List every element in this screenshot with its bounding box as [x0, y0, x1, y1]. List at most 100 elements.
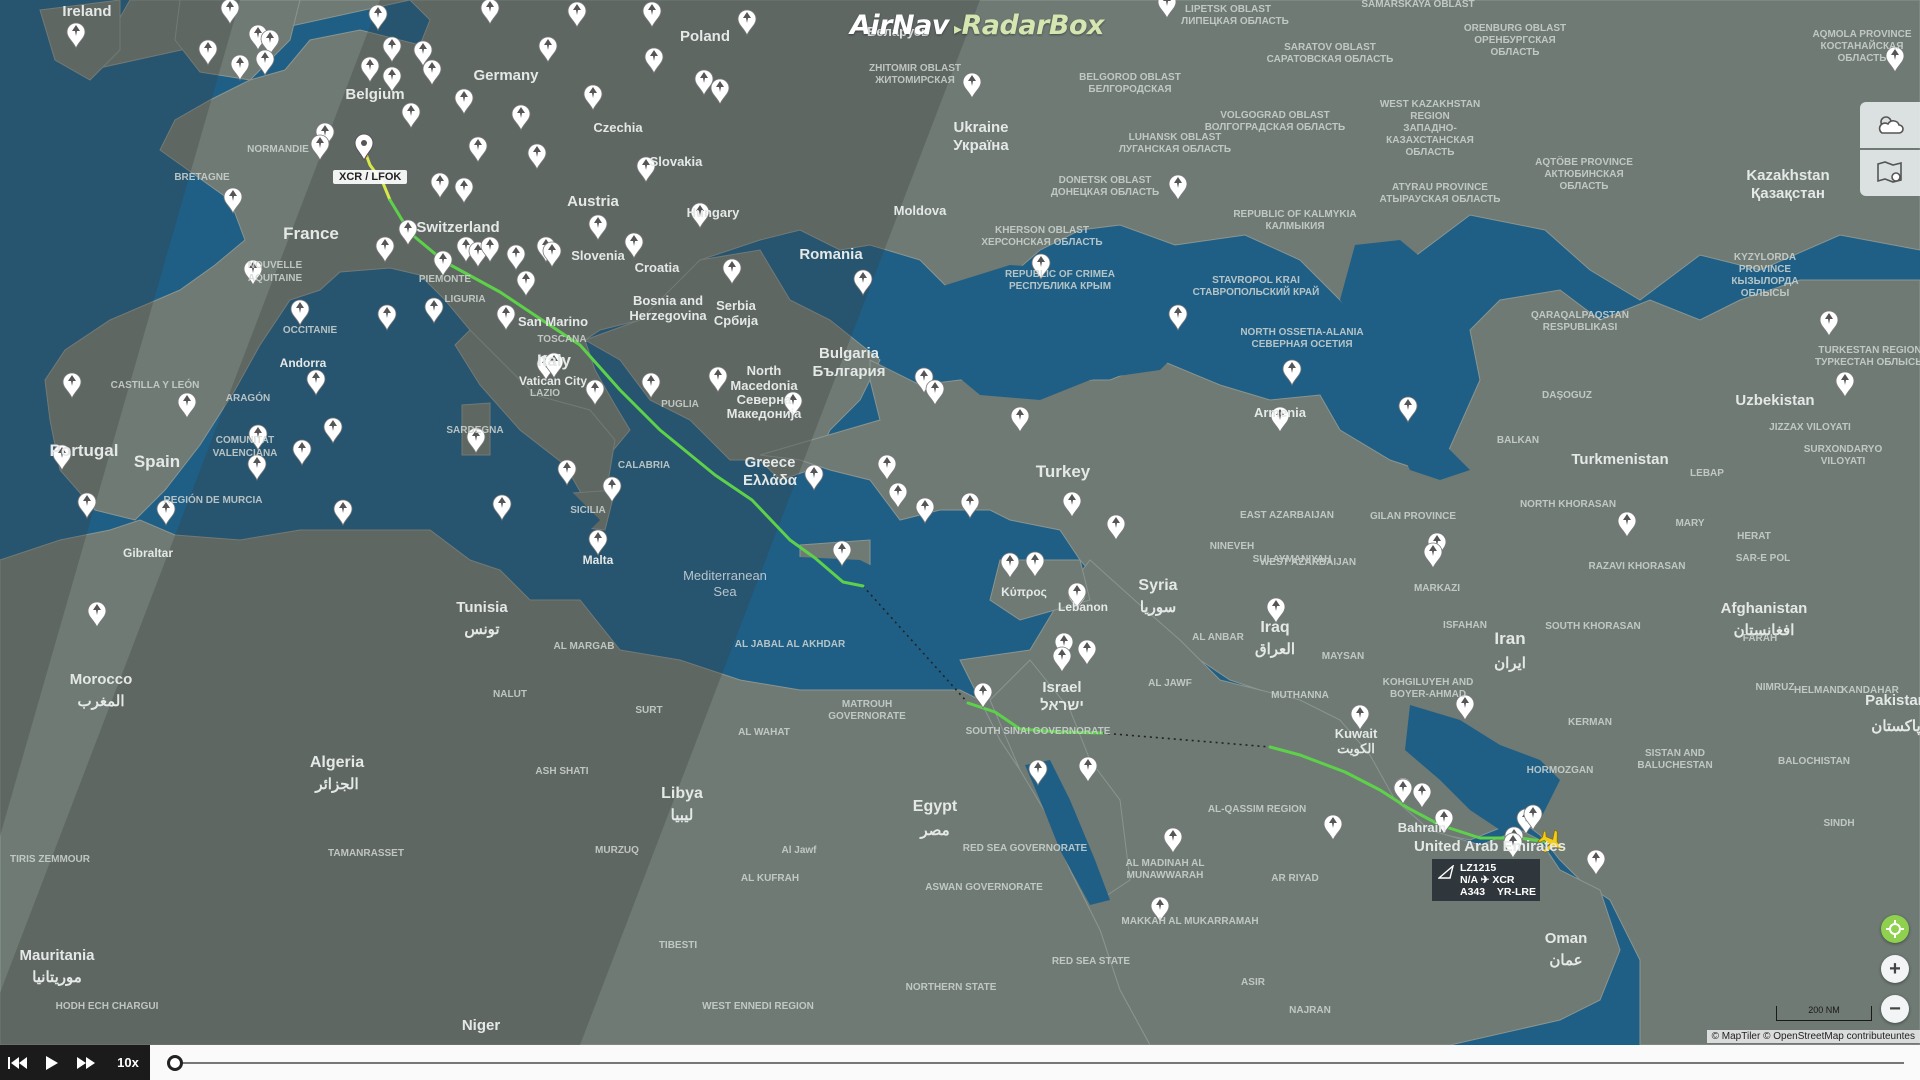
- svg-text:Afghanistan: Afghanistan: [1721, 600, 1808, 617]
- svg-text:LIGURIA: LIGURIA: [444, 294, 485, 305]
- svg-text:ORENBURG OBLAST: ORENBURG OBLAST: [1464, 23, 1566, 34]
- svg-text:AL WAHAT: AL WAHAT: [738, 727, 790, 738]
- weather-icon: [1878, 116, 1904, 134]
- svg-text:BALOCHISTAN: BALOCHISTAN: [1778, 756, 1850, 767]
- svg-text:Morocco: Morocco: [70, 671, 133, 688]
- svg-text:ТУРКЕСТАН ОБЛЫСЫ: ТУРКЕСТАН ОБЛЫСЫ: [1815, 357, 1920, 368]
- svg-text:AL MARGAB: AL MARGAB: [554, 641, 615, 652]
- svg-text:North: North: [747, 363, 782, 378]
- svg-text:الكويت: الكويت: [1337, 741, 1375, 757]
- fast-forward-button[interactable]: [72, 1045, 100, 1080]
- svg-text:ЖИТОМИРСКАЯ: ЖИТОМИРСКАЯ: [874, 75, 955, 86]
- svg-text:ATYRAU PROVINCE: ATYRAU PROVINCE: [1392, 182, 1488, 193]
- svg-text:REGION: REGION: [1410, 111, 1449, 122]
- svg-text:پاکستان: پاکستان: [1871, 718, 1920, 736]
- svg-text:ОБЛАСТЬ: ОБЛАСТЬ: [1560, 181, 1609, 192]
- svg-text:تونس: تونس: [464, 621, 499, 638]
- svg-text:САРАТОВСКАЯ ОБЛАСТЬ: САРАТОВСКАЯ ОБЛАСТЬ: [1267, 54, 1394, 65]
- svg-text:AL ANBAR: AL ANBAR: [1192, 632, 1244, 643]
- svg-text:Bosnia and: Bosnia and: [633, 293, 703, 308]
- radarbox-logo: AirNav ▸RadarBox: [850, 10, 1104, 41]
- svg-text:РЕСПУБЛИКА КРЫМ: РЕСПУБЛИКА КРЫМ: [1009, 281, 1111, 292]
- svg-text:SURT: SURT: [635, 705, 662, 716]
- svg-text:България: България: [813, 363, 886, 380]
- svg-text:KYZYLORDA: KYZYLORDA: [1734, 252, 1796, 263]
- svg-text:SURXONDARYO: SURXONDARYO: [1804, 444, 1883, 455]
- svg-text:Portugal: Portugal: [50, 441, 119, 460]
- svg-text:MURZUQ: MURZUQ: [595, 845, 639, 856]
- svg-text:NIMRUZ: NIMRUZ: [1756, 682, 1795, 693]
- slider-track: [170, 1062, 1904, 1064]
- svg-text:NOUVELLE: NOUVELLE: [248, 260, 303, 271]
- selected-flight-label[interactable]: LZ1215 N/A ✈ XCR A343 YR-LRE: [1432, 859, 1540, 901]
- svg-text:NORTH OSSETIA-ALANIA: NORTH OSSETIA-ALANIA: [1240, 327, 1363, 338]
- svg-text:MAKKAH AL MUKARRAMAH: MAKKAH AL MUKARRAMAH: [1121, 916, 1258, 927]
- svg-text:БЕЛГОРОДСКАЯ: БЕЛГОРОДСКАЯ: [1088, 84, 1171, 95]
- play-icon: [46, 1055, 58, 1070]
- map-settings-button[interactable]: [1860, 150, 1920, 196]
- svg-text:San Marino: San Marino: [518, 314, 588, 329]
- slider-handle[interactable]: [167, 1055, 183, 1071]
- svg-text:ישראל: ישראל: [1040, 697, 1084, 714]
- zoom-out-button[interactable]: −: [1881, 995, 1909, 1023]
- svg-text:MARKAZI: MARKAZI: [1414, 583, 1460, 594]
- svg-text:Kazakhstan: Kazakhstan: [1746, 167, 1829, 184]
- svg-text:Србија: Србија: [714, 313, 759, 328]
- playback-speed[interactable]: 10x: [112, 1045, 144, 1080]
- locate-button[interactable]: [1881, 915, 1909, 943]
- svg-text:BOYER-AHMAD: BOYER-AHMAD: [1390, 689, 1466, 700]
- svg-text:Spain: Spain: [134, 452, 180, 471]
- playback-slider[interactable]: [150, 1045, 1920, 1080]
- svg-text:AQUITAINE: AQUITAINE: [248, 273, 303, 284]
- svg-text:Северна: Северна: [737, 392, 792, 407]
- svg-text:Ελλάδα: Ελλάδα: [743, 472, 798, 489]
- svg-text:KERMAN: KERMAN: [1568, 717, 1612, 728]
- svg-text:LIPETSK OBLAST: LIPETSK OBLAST: [1185, 4, 1271, 15]
- svg-text:Mauritania: Mauritania: [19, 947, 95, 964]
- map-canvas[interactable]: Ireland Belgium Germany Poland Czechia S…: [0, 0, 1920, 1045]
- svg-text:Poland: Poland: [680, 28, 730, 45]
- svg-text:Romania: Romania: [799, 246, 863, 263]
- svg-text:Kuwait: Kuwait: [1335, 726, 1378, 741]
- svg-text:KOHGILUYEH AND: KOHGILUYEH AND: [1383, 677, 1474, 688]
- svg-text:SOUTH KHORASAN: SOUTH KHORASAN: [1545, 621, 1641, 632]
- weather-layer-button[interactable]: [1860, 102, 1920, 148]
- svg-text:АТЫРАУСКАЯ ОБЛАСТЬ: АТЫРАУСКАЯ ОБЛАСТЬ: [1380, 194, 1501, 205]
- zoom-in-button[interactable]: +: [1881, 955, 1909, 983]
- origin-airport-label[interactable]: XCR / LFOK: [333, 170, 408, 184]
- svg-text:ОБЛАСТЬ: ОБЛАСТЬ: [1406, 147, 1455, 158]
- svg-text:United Arab Emirates: United Arab Emirates: [1414, 838, 1566, 855]
- svg-text:Syria: Syria: [1138, 577, 1177, 594]
- svg-text:Uzbekistan: Uzbekistan: [1735, 392, 1814, 409]
- svg-text:ASIR: ASIR: [1241, 977, 1266, 988]
- svg-text:ВОЛГОГРАДСКАЯ ОБЛАСТЬ: ВОЛГОГРАДСКАЯ ОБЛАСТЬ: [1205, 122, 1346, 133]
- svg-text:Slovenia: Slovenia: [571, 248, 625, 263]
- svg-text:EAST AZARBAIJAN: EAST AZARBAIJAN: [1240, 510, 1334, 521]
- svg-text:Україна: Україна: [953, 137, 1009, 154]
- scale-bar: 200 NM: [1776, 1006, 1872, 1021]
- svg-text:SISTAN AND: SISTAN AND: [1645, 748, 1705, 759]
- svg-text:HODH ECH CHARGUI: HODH ECH CHARGUI: [56, 1001, 159, 1012]
- svg-text:КЫЗЫЛОРДА: КЫЗЫЛОРДА: [1731, 276, 1798, 287]
- svg-text:العراق: العراق: [1255, 641, 1295, 658]
- svg-text:Vatican City: Vatican City: [519, 374, 587, 388]
- svg-text:Greece: Greece: [745, 454, 796, 471]
- svg-text:AL KUFRAH: AL KUFRAH: [741, 873, 799, 884]
- svg-text:АКТЮБИНСКАЯ: АКТЮБИНСКАЯ: [1544, 169, 1623, 180]
- svg-text:CASTILLA Y LEÓN: CASTILLA Y LEÓN: [111, 378, 200, 391]
- svg-text:ХЕРСОНСКАЯ ОБЛАСТЬ: ХЕРСОНСКАЯ ОБЛАСТЬ: [981, 237, 1102, 248]
- airline-logo-icon: [1438, 865, 1454, 879]
- rewind-button[interactable]: [6, 1045, 30, 1080]
- svg-text:MUTHANNA: MUTHANNA: [1271, 690, 1329, 701]
- svg-text:Algeria: Algeria: [310, 754, 364, 771]
- svg-text:CALABRIA: CALABRIA: [618, 460, 670, 471]
- svg-text:STAVROPOL KRAI: STAVROPOL KRAI: [1212, 275, 1300, 286]
- svg-text:موريتانيا: موريتانيا: [32, 969, 82, 986]
- svg-text:ASWAN GOVERNORATE: ASWAN GOVERNORATE: [925, 882, 1043, 893]
- play-button[interactable]: [40, 1045, 64, 1080]
- svg-text:PUGLIA: PUGLIA: [661, 399, 699, 410]
- map-attribution: © MapTiler © OpenStreetMap contributeunt…: [1706, 1030, 1920, 1043]
- svg-text:LEBAP: LEBAP: [1690, 468, 1724, 479]
- svg-text:HELMAND: HELMAND: [1794, 685, 1844, 696]
- svg-text:PROVINCE: PROVINCE: [1739, 264, 1792, 275]
